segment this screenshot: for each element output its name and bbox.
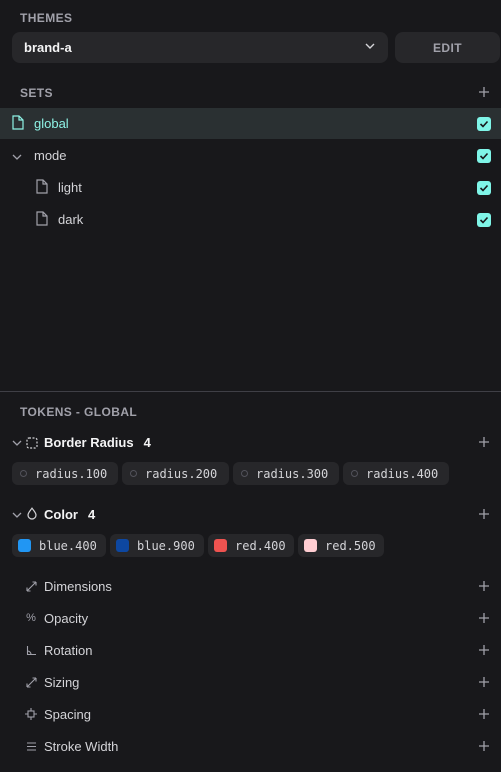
percent-icon: % (26, 612, 36, 624)
token-pill[interactable]: radius.300 (233, 462, 339, 485)
token-pill[interactable]: red.400 (208, 534, 294, 557)
add-color-plus-icon[interactable] (477, 507, 491, 521)
category-name: Stroke Width (44, 738, 119, 754)
themes-section-label: THEMES (20, 11, 73, 25)
radius-icon (130, 470, 137, 477)
dimensions-icon (25, 580, 37, 592)
spacing-icon (25, 708, 37, 720)
set-item-global[interactable]: global (0, 108, 501, 139)
border-radius-icon (26, 436, 38, 454)
set-item-label: light (58, 180, 82, 195)
set-light-checkbox[interactable] (477, 180, 491, 195)
token-category-opacity[interactable]: % Opacity (0, 607, 501, 629)
color-swatch (304, 539, 317, 552)
token-label: radius.100 (35, 466, 108, 481)
theme-select[interactable]: brand-a (12, 32, 388, 63)
sizing-icon (25, 676, 37, 688)
group-name: Color (44, 506, 78, 522)
add-sizing-plus-icon[interactable] (477, 675, 491, 689)
set-item-label: mode (34, 148, 67, 163)
color-swatch (214, 539, 227, 552)
token-label: radius.300 (256, 466, 329, 481)
token-label: blue.400 (39, 538, 97, 553)
token-pill[interactable]: red.500 (298, 534, 384, 557)
set-item-label: dark (58, 212, 84, 227)
token-group-color[interactable]: Color 4 (0, 503, 501, 525)
tokens-section-label: TOKENS - GLOBAL (20, 405, 138, 419)
color-swatch (116, 539, 129, 552)
radius-icon (20, 470, 27, 477)
category-name: Spacing (44, 706, 91, 722)
stroke-width-icon (25, 740, 37, 752)
add-opacity-plus-icon[interactable] (477, 611, 491, 625)
add-spacing-plus-icon[interactable] (477, 707, 491, 721)
file-icon (12, 115, 24, 135)
theme-select-value: brand-a (24, 40, 72, 55)
group-count: 4 (143, 434, 151, 450)
chevron-down-icon[interactable] (11, 436, 23, 454)
set-item-light[interactable]: light (0, 172, 501, 203)
panel-divider[interactable] (0, 391, 501, 392)
file-icon (36, 179, 48, 199)
radius-icon (241, 470, 248, 477)
token-pill[interactable]: blue.400 (12, 534, 106, 557)
token-label: red.500 (325, 538, 376, 553)
token-group-border-radius[interactable]: Border Radius 4 (0, 431, 501, 453)
add-dimensions-plus-icon[interactable] (477, 579, 491, 593)
token-category-sizing[interactable]: Sizing (0, 671, 501, 693)
radius-icon (351, 470, 358, 477)
add-border-radius-plus-icon[interactable] (477, 435, 491, 449)
add-set-plus-icon[interactable] (477, 85, 491, 99)
set-mode-checkbox[interactable] (477, 148, 491, 163)
token-pill[interactable]: radius.200 (122, 462, 229, 485)
category-name: Rotation (44, 642, 93, 658)
group-name: Border Radius (44, 434, 134, 450)
token-category-rotation[interactable]: Rotation (0, 639, 501, 661)
token-pill[interactable]: radius.400 (343, 462, 449, 485)
token-pill[interactable]: radius.100 (12, 462, 118, 485)
set-item-label: global (34, 116, 69, 131)
token-label: radius.200 (145, 466, 218, 481)
add-stroke-width-plus-icon[interactable] (477, 739, 491, 753)
sets-section-label: SETS (20, 86, 53, 100)
set-item-dark[interactable]: dark (0, 204, 501, 235)
color-drop-icon (26, 507, 38, 525)
token-label: red.400 (235, 538, 286, 553)
add-rotation-plus-icon[interactable] (477, 643, 491, 657)
token-category-dimensions[interactable]: Dimensions (0, 575, 501, 597)
chevron-down-icon[interactable] (11, 508, 23, 526)
category-name: Sizing (44, 674, 80, 690)
category-name: Dimensions (44, 578, 112, 594)
set-global-checkbox[interactable] (477, 116, 491, 131)
file-icon (36, 211, 48, 231)
set-item-mode[interactable]: mode (0, 140, 501, 171)
token-label: blue.900 (137, 538, 195, 553)
edit-theme-button[interactable]: EDIT (395, 32, 500, 63)
group-count: 4 (87, 506, 96, 522)
category-name: Opacity (44, 610, 89, 626)
token-category-stroke-width[interactable]: Stroke Width (0, 735, 501, 757)
chevron-down-icon (364, 39, 376, 57)
set-dark-checkbox[interactable] (477, 212, 491, 227)
angle-icon (25, 644, 37, 656)
token-pill[interactable]: blue.900 (110, 534, 204, 557)
color-swatch (18, 539, 31, 552)
token-label: radius.400 (366, 466, 439, 481)
token-category-spacing[interactable]: Spacing (0, 703, 501, 725)
chevron-down-icon[interactable] (11, 150, 23, 168)
